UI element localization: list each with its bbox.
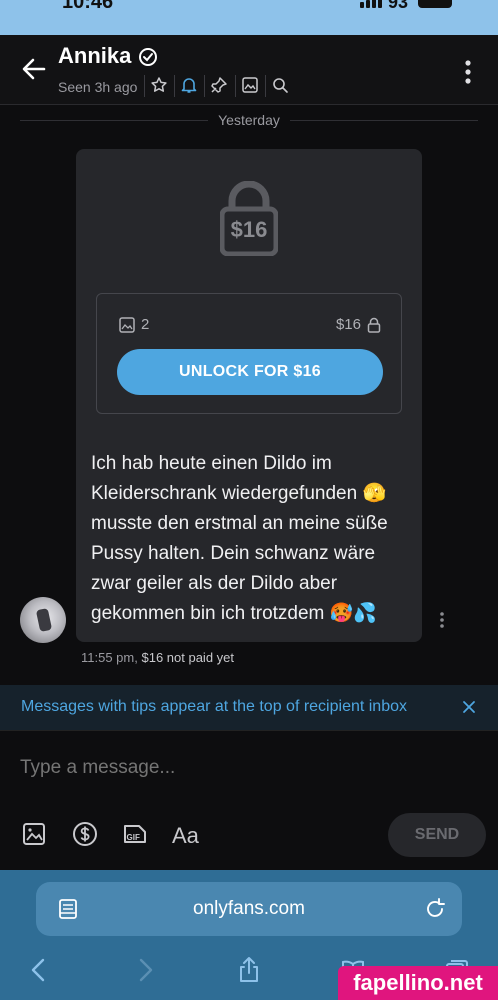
bell-icon[interactable] (180, 76, 198, 94)
gallery-icon[interactable] (241, 76, 259, 94)
last-seen: Seen 3h ago (58, 79, 138, 95)
watermark-logo: fapellino.net (338, 966, 498, 1000)
forward-icon[interactable] (132, 956, 158, 984)
text-format-button[interactable]: Aa (172, 823, 199, 849)
search-icon[interactable] (271, 76, 289, 94)
address-bar[interactable]: onlyfans.com (36, 882, 462, 936)
header-separator (204, 75, 205, 97)
date-divider-label: Yesterday (208, 112, 290, 128)
avatar-photo (35, 607, 53, 633)
attach-media-icon[interactable] (21, 821, 47, 847)
tip-info-banner: Messages with tips appear at the top of … (0, 685, 498, 730)
header-separator (174, 75, 175, 97)
battery-level: 93 (388, 0, 409, 12)
chat-header: Annika Seen 3h ago (0, 35, 498, 105)
back-arrow-icon[interactable] (20, 55, 48, 83)
contact-name[interactable]: Annika (58, 43, 131, 69)
media-count: 2 (119, 316, 149, 333)
locked-media-card: 2 $16 UNLOCK FOR $16 (96, 293, 402, 414)
header-separator (144, 75, 145, 97)
lock-price: $16 (230, 217, 268, 242)
status-time: 10:46 (62, 0, 114, 13)
verified-badge-icon (139, 48, 157, 66)
battery-icon (418, 0, 452, 8)
message-input[interactable] (20, 753, 460, 783)
message-bubble: $16 2 $16 UNLOCK FOR $16 Ich hab heute e… (76, 149, 422, 642)
back-icon[interactable] (26, 956, 52, 984)
avatar[interactable] (20, 597, 66, 643)
header-separator (235, 75, 236, 97)
gif-icon[interactable]: GIF (122, 821, 148, 847)
locked-content-icon: $16 (219, 180, 279, 257)
star-icon[interactable] (150, 76, 168, 94)
send-button[interactable]: SEND (388, 813, 486, 857)
message-time: 11:55 pm, (81, 650, 138, 665)
media-price-value: $16 (335, 316, 361, 333)
payment-status: $16 not paid yet (141, 650, 235, 665)
media-count-value: 2 (141, 316, 150, 333)
status-bar: 10:46 93 (0, 0, 498, 35)
tip-banner-text: Messages with tips appear at the top of … (21, 698, 407, 715)
more-options-icon[interactable] (460, 59, 476, 85)
tip-dollar-icon[interactable] (72, 821, 98, 847)
media-price: $16 (336, 316, 381, 333)
date-divider: Yesterday (0, 112, 498, 128)
url-text: onlyfans.com (193, 898, 305, 919)
message-composer: GIF Aa SEND (0, 730, 498, 870)
share-icon[interactable] (236, 956, 262, 984)
message-options-icon[interactable] (436, 610, 448, 630)
small-lock-icon (367, 317, 381, 333)
signal-icon (360, 0, 382, 8)
header-separator (265, 75, 266, 97)
unlock-button[interactable]: UNLOCK FOR $16 (117, 349, 383, 395)
message-meta: 11:55 pm, $16 not paid yet (81, 650, 234, 665)
message-text: Ich hab heute einen Dildo im Kleiderschr… (91, 453, 388, 624)
svg-text:GIF: GIF (127, 833, 140, 842)
reload-icon[interactable] (424, 897, 446, 921)
image-icon (119, 316, 135, 333)
close-icon[interactable] (461, 699, 477, 715)
pin-icon[interactable] (210, 76, 228, 94)
